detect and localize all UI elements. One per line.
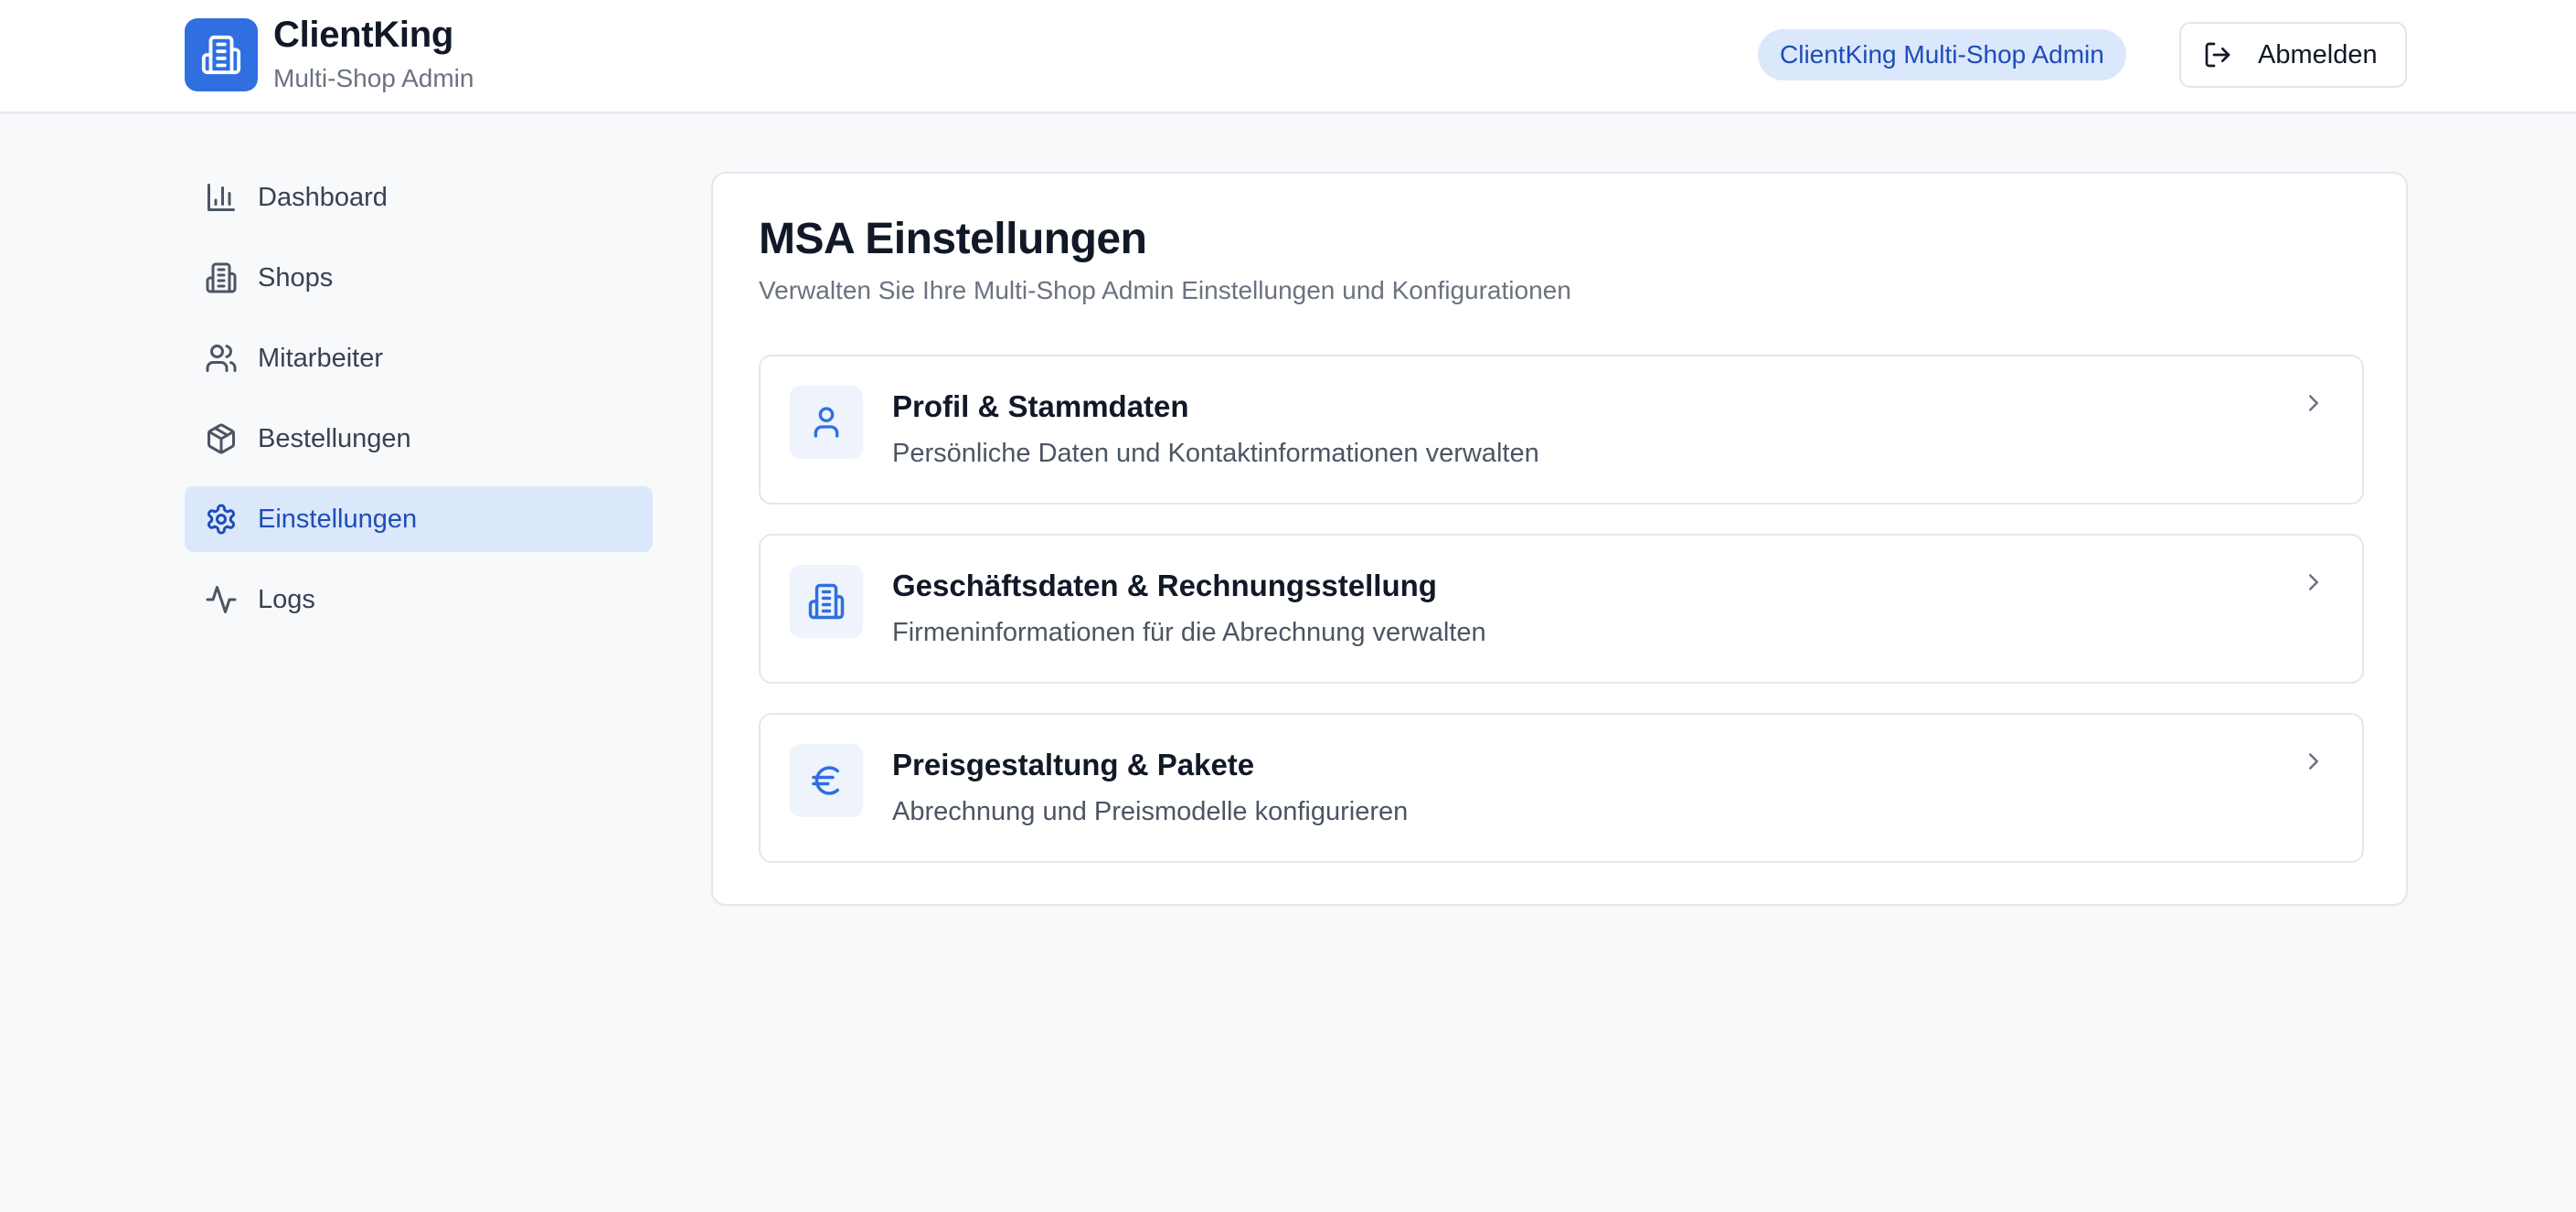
- sidebar-item-mitarbeiter[interactable]: Mitarbeiter: [185, 325, 653, 391]
- settings-row-business[interactable]: Geschäftsdaten & Rechnungsstellung Firme…: [759, 534, 2364, 684]
- page-title: MSA Einstellungen: [759, 215, 1147, 263]
- euro-icon: [812, 766, 839, 795]
- sidebar-item-bestellungen[interactable]: Bestellungen: [185, 406, 653, 472]
- chevron-right-icon: [2309, 395, 2318, 411]
- row-icon-container: [790, 386, 863, 459]
- settings-row-profile[interactable]: Profil & Stammdaten Persönliche Daten un…: [759, 355, 2364, 505]
- sidebar-item-dashboard[interactable]: Dashboard: [185, 165, 653, 230]
- row-icon-container: [790, 744, 863, 817]
- building-icon: [808, 583, 845, 620]
- row-description: Persönliche Daten und Kontaktinformation…: [892, 439, 1539, 468]
- sidebar-item-logs[interactable]: Logs: [185, 567, 653, 633]
- sidebar-nav: Dashboard Shops Mitarbeiter Bestellungen: [185, 165, 653, 647]
- sidebar-item-shops[interactable]: Shops: [185, 245, 653, 311]
- page-subtitle: Verwalten Sie Ihre Multi-Shop Admin Eins…: [759, 276, 1571, 304]
- sidebar-item-label: Einstellungen: [258, 504, 418, 534]
- role-badge: ClientKing Multi-Shop Admin: [1758, 29, 2126, 80]
- user-icon: [814, 407, 839, 438]
- row-title: Profil & Stammdaten: [892, 389, 1189, 423]
- row-title: Geschäftsdaten & Rechnungsstellung: [892, 569, 1437, 602]
- row-description: Abrechnung und Preismodelle konfiguriere…: [892, 797, 1409, 826]
- settings-row-pricing[interactable]: Preisgestaltung & Pakete Abrechnung und …: [759, 713, 2364, 863]
- app-logo[interactable]: [185, 18, 258, 91]
- users-icon: [206, 345, 237, 372]
- sidebar-item-label: Shops: [258, 262, 334, 292]
- sidebar-item-label: Dashboard: [258, 182, 388, 212]
- logout-button[interactable]: Abmelden: [2179, 22, 2407, 88]
- activity-icon: [206, 586, 237, 613]
- package-icon: [208, 423, 235, 454]
- log-out-icon: [2205, 42, 2230, 68]
- sidebar-item-label: Bestellungen: [258, 423, 411, 453]
- building-icon: [206, 262, 237, 293]
- sidebar-item-label: Mitarbeiter: [258, 343, 383, 373]
- sidebar-item-einstellungen[interactable]: Einstellungen: [185, 486, 653, 552]
- row-title: Preisgestaltung & Pakete: [892, 748, 1255, 781]
- gear-icon: [208, 504, 235, 535]
- app-subtitle: Multi-Shop Admin: [273, 64, 474, 92]
- building-icon: [201, 35, 241, 75]
- app-name: ClientKing: [273, 15, 453, 55]
- sidebar-item-label: Logs: [258, 584, 315, 614]
- chevron-right-icon: [2309, 574, 2318, 590]
- top-header: ClientKing Multi-Shop Admin ClientKing M…: [0, 0, 2576, 113]
- bar-chart-icon: [208, 184, 235, 211]
- row-description: Firmeninformationen für die Abrechnung v…: [892, 618, 1486, 647]
- settings-card: MSA Einstellungen Verwalten Sie Ihre Mul…: [711, 172, 2408, 906]
- row-icon-container: [790, 565, 863, 638]
- logout-label: Abmelden: [2258, 39, 2378, 69]
- chevron-right-icon: [2309, 753, 2318, 770]
